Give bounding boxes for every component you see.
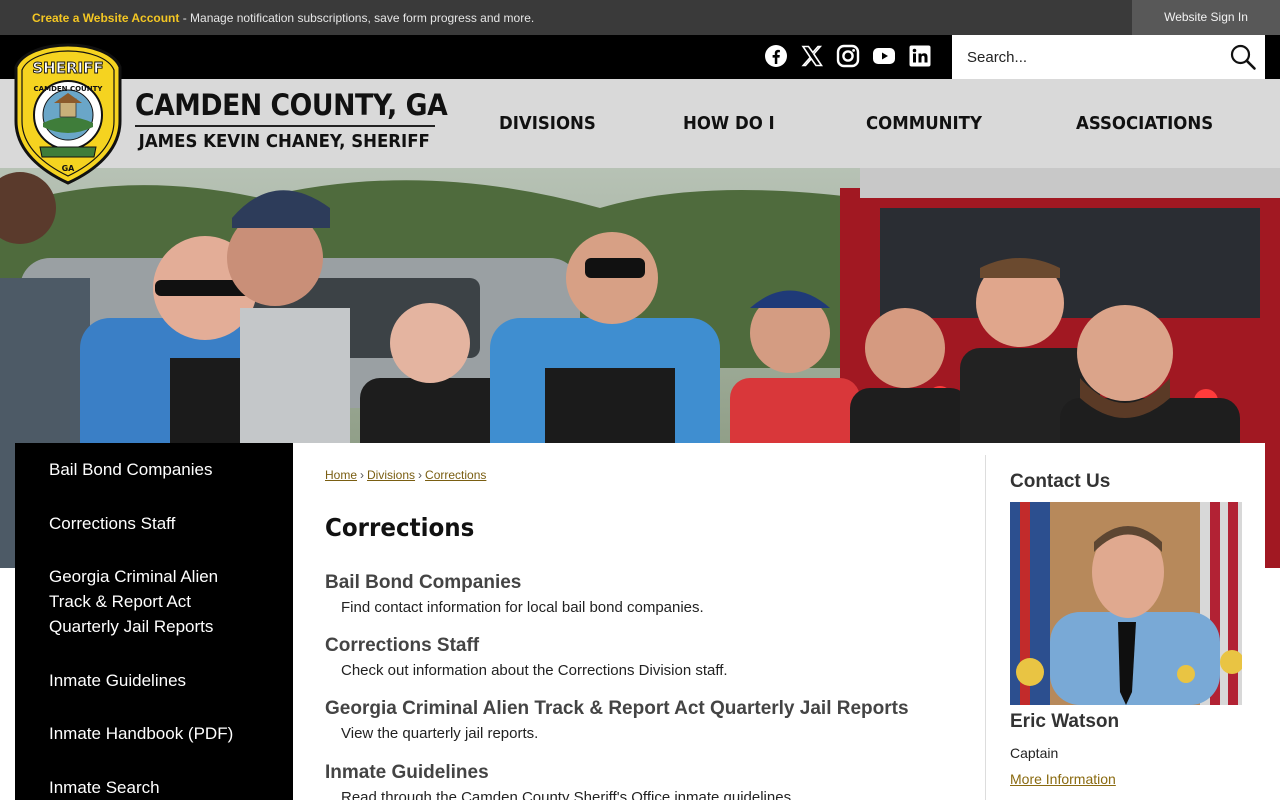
badge-ring-text: CAMDEN COUNTY <box>34 85 104 93</box>
contact-role: Captain <box>1010 745 1059 761</box>
search-input[interactable] <box>952 35 1222 79</box>
list-item: Georgia Criminal Alien Track & Report Ac… <box>325 698 909 742</box>
social-links <box>764 44 932 68</box>
sheriff-badge-logo[interactable]: SHERIFF CAMDEN COUNTY GA <box>14 43 122 185</box>
entry-heading-link[interactable]: Bail Bond Companies <box>325 572 704 594</box>
side-nav-inmate-search[interactable]: Inmate Search <box>49 775 279 800</box>
website-sign-in-button[interactable]: Website Sign In <box>1132 0 1280 35</box>
site-title: CAMDEN COUNTY, GA <box>135 88 448 122</box>
column-divider <box>985 455 986 800</box>
page-title: Corrections <box>325 513 475 542</box>
linkedin-icon[interactable] <box>908 44 932 68</box>
more-information-link[interactable]: More Information <box>1010 771 1116 787</box>
brand-divider <box>135 125 435 127</box>
entry-heading-link[interactable]: Corrections Staff <box>325 635 728 657</box>
breadcrumb-divisions[interactable]: Divisions <box>367 468 415 482</box>
utility-bar: Create a Website Account - Manage notifi… <box>0 0 1280 35</box>
side-nav-inmate-guidelines[interactable]: Inmate Guidelines <box>49 668 279 693</box>
contact-heading: Contact Us <box>1010 471 1111 492</box>
side-nav-bail-bond-companies[interactable]: Bail Bond Companies <box>49 457 279 482</box>
youtube-icon[interactable] <box>872 44 896 68</box>
facebook-icon[interactable] <box>764 44 788 68</box>
entry-description: View the quarterly jail reports. <box>341 725 539 742</box>
entry-description: Check out information about the Correcti… <box>341 662 728 679</box>
x-twitter-icon[interactable] <box>800 44 824 68</box>
breadcrumb-separator: › <box>418 468 423 482</box>
list-item: Inmate Guidelines Read through the Camde… <box>325 762 795 800</box>
badge-top-text: SHERIFF <box>32 59 103 77</box>
side-nav-inmate-handbook[interactable]: Inmate Handbook (PDF) <box>49 721 279 746</box>
nav-associations[interactable]: ASSOCIATIONS <box>1076 113 1213 134</box>
nav-divisions[interactable]: DIVISIONS <box>499 113 596 134</box>
contact-photo <box>1010 502 1242 705</box>
nav-how-do-i[interactable]: HOW DO I <box>683 113 775 134</box>
entry-heading-link[interactable]: Inmate Guidelines <box>325 762 795 784</box>
content-panel: Home › Divisions › Corrections Corrections B… <box>293 443 1265 800</box>
list-item: Bail Bond Companies Find contact informa… <box>325 572 704 616</box>
site-subtitle: JAMES KEVIN CHANEY, SHERIFF <box>138 131 430 152</box>
account-notice: Create a Website Account - Manage notifi… <box>32 11 534 25</box>
site-brand[interactable]: CAMDEN COUNTY, GA JAMES KEVIN CHANEY, SH… <box>135 88 448 152</box>
create-account-link[interactable]: Create a Website Account <box>32 11 179 25</box>
search-box <box>952 35 1265 79</box>
entry-heading-link[interactable]: Georgia Criminal Alien Track & Report Ac… <box>325 698 909 720</box>
nav-community[interactable]: COMMUNITY <box>866 113 982 134</box>
contact-name: Eric Watson <box>1010 711 1120 732</box>
breadcrumb: Home › Divisions › Corrections <box>325 468 486 482</box>
search-icon[interactable] <box>1229 43 1257 71</box>
list-item: Corrections Staff Check out information … <box>325 635 728 679</box>
side-nav-georgia-criminal-alien-reports[interactable]: Georgia Criminal Alien Track & Report Ac… <box>49 564 239 639</box>
entry-description: Read through the Camden County Sheriff's… <box>341 789 796 800</box>
social-search-bar <box>0 35 1280 79</box>
account-notice-text: - Manage notification subscriptions, sav… <box>179 11 535 25</box>
instagram-icon[interactable] <box>836 44 860 68</box>
badge-bottom-text: GA <box>62 164 76 173</box>
breadcrumb-home[interactable]: Home <box>325 468 357 482</box>
entry-description: Find contact information for local bail … <box>341 599 704 616</box>
breadcrumb-separator: › <box>360 468 365 482</box>
breadcrumb-corrections[interactable]: Corrections <box>425 468 486 482</box>
side-nav: Bail Bond Companies Corrections Staff Ge… <box>15 443 293 800</box>
side-nav-corrections-staff[interactable]: Corrections Staff <box>49 511 279 536</box>
